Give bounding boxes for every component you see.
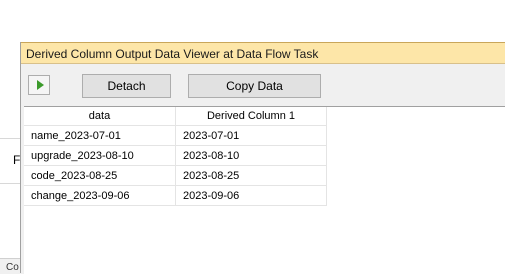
title-bar[interactable]: Derived Column Output Data Viewer at Dat… [21,42,505,64]
copy-data-button[interactable]: Copy Data [188,74,321,98]
column-header-derived-column-1[interactable]: Derived Column 1 [175,107,327,126]
grid-header-row: data Derived Column 1 [24,107,327,126]
cell-derived-column-1[interactable]: 2023-09-06 [175,185,327,206]
cell-data[interactable]: change_2023-09-06 [24,185,176,206]
table-row[interactable]: name_2023-07-01 2023-07-01 [24,125,327,146]
cell-derived-column-1[interactable]: 2023-08-25 [175,165,327,186]
cell-derived-column-1[interactable]: 2023-07-01 [175,125,327,146]
table-row[interactable]: upgrade_2023-08-10 2023-08-10 [24,145,327,166]
cell-data[interactable]: name_2023-07-01 [24,125,176,146]
data-viewer-window: Derived Column Output Data Viewer at Dat… [20,42,505,273]
play-icon [37,80,44,90]
cell-derived-column-1[interactable]: 2023-08-10 [175,145,327,166]
toolbar: Detach Copy Data [21,64,505,106]
cell-data[interactable]: upgrade_2023-08-10 [24,145,176,166]
table-row[interactable]: change_2023-09-06 2023-09-06 [24,185,327,206]
cell-data[interactable]: code_2023-08-25 [24,165,176,186]
data-grid: data Derived Column 1 name_2023-07-01 20… [24,107,327,206]
play-button[interactable] [28,75,50,95]
window-title: Derived Column Output Data Viewer at Dat… [26,47,319,61]
detach-button[interactable]: Detach [82,74,171,98]
table-row[interactable]: code_2023-08-25 2023-08-25 [24,165,327,186]
column-header-data[interactable]: data [24,107,176,126]
background-bottom-label: Co [6,262,19,273]
data-grid-area: data Derived Column 1 name_2023-07-01 20… [24,106,505,273]
